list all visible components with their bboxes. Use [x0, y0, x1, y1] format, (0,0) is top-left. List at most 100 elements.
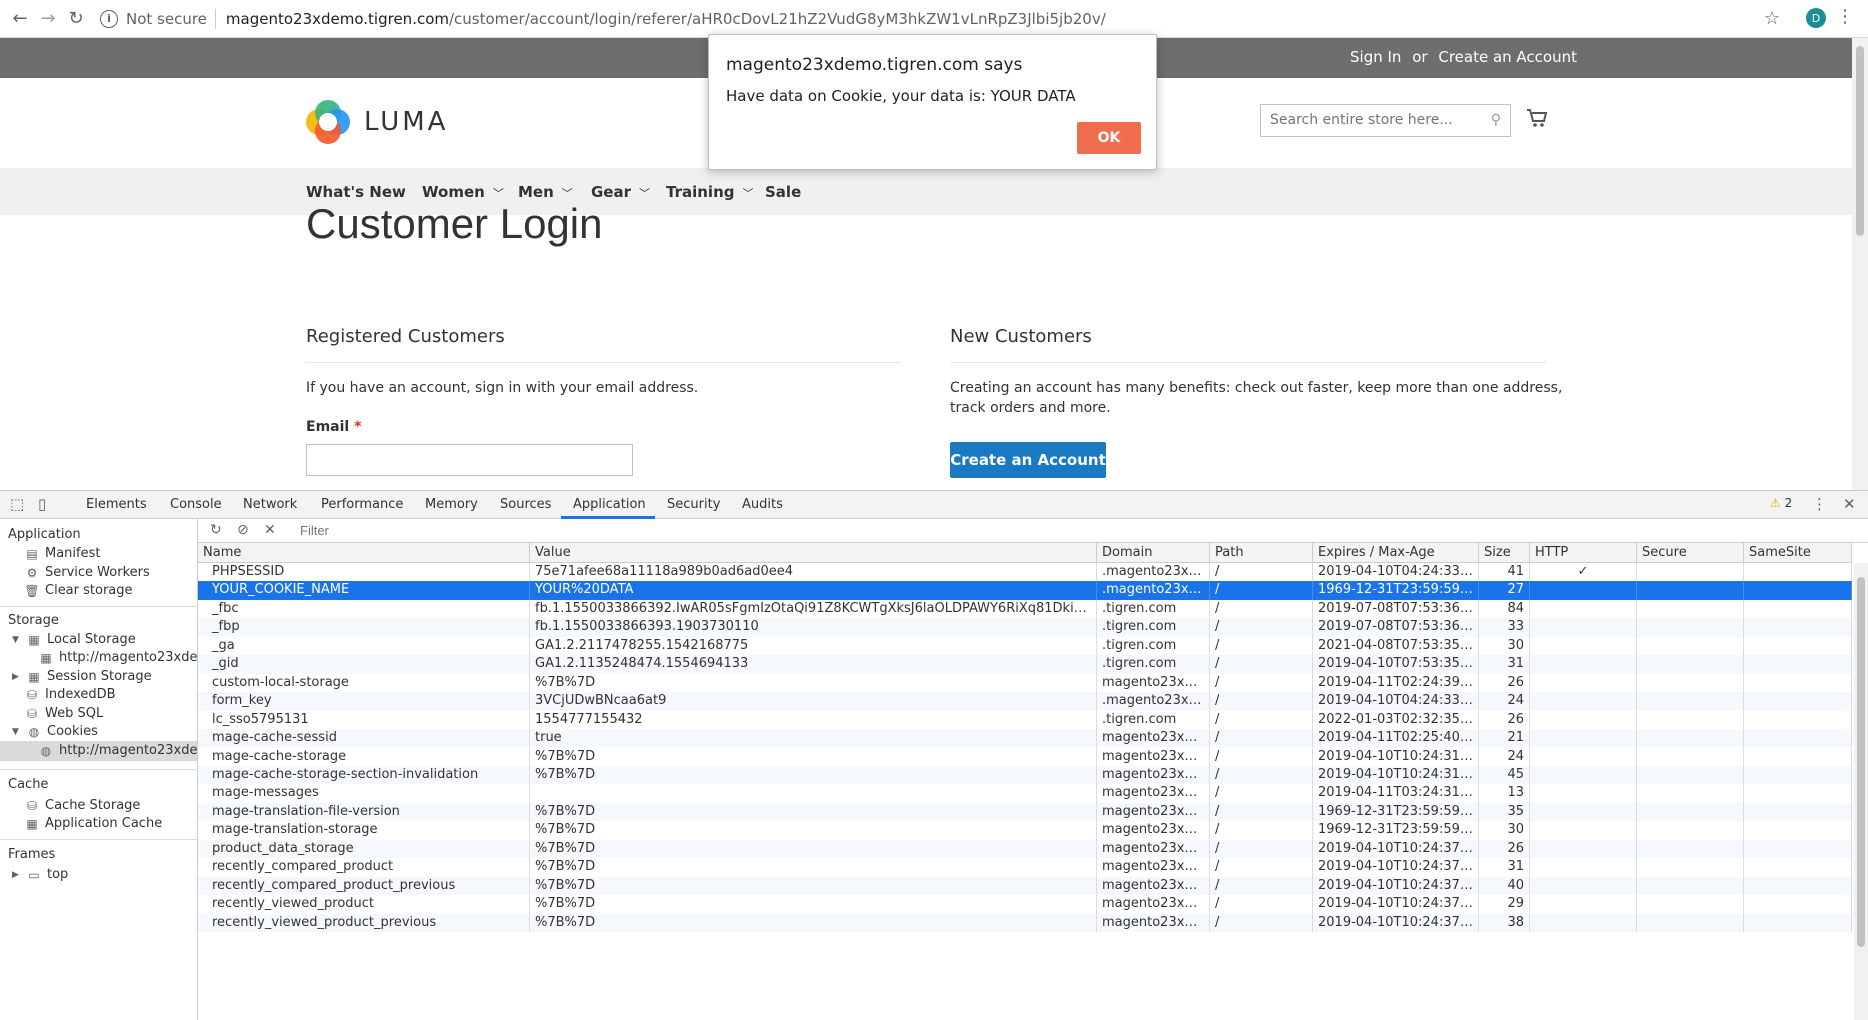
warnings-counter[interactable]: ⚠ 2 [1770, 496, 1792, 510]
nav-whats-new[interactable]: What's New [306, 183, 406, 201]
tab-elements[interactable]: Elements [86, 497, 147, 512]
clear-all-icon[interactable]: ⊘ [237, 522, 249, 538]
search-input[interactable]: Search entire store here... ⚲ [1260, 104, 1511, 137]
scrollbar-thumb[interactable] [1857, 577, 1865, 947]
nav-training[interactable]: Training ﹀ [666, 183, 753, 201]
sidebar-item-session-storage[interactable]: ▶ ▦ Session Storage [12, 669, 152, 684]
sidebar-item-application-cache[interactable]: ▦ Application Cache [24, 816, 162, 831]
forward-arrow-icon[interactable]: → [34, 5, 62, 33]
table-row[interactable]: recently_viewed_product_previous %7B%7D ma… [198, 913, 1852, 932]
sidebar-item-frame-top[interactable]: ▶ ▭ top [12, 867, 68, 882]
devtools-menu-icon[interactable]: ⋮ [1812, 495, 1827, 513]
cell-path: / [1210, 765, 1313, 785]
nav-gear[interactable]: Gear ﹀ [591, 183, 650, 201]
table-row[interactable]: custom-local-storage %7B%7D magento23xd...… [198, 673, 1852, 693]
create-account-link[interactable]: Create an Account [1438, 48, 1577, 66]
filter-input[interactable] [296, 521, 1000, 540]
table-row[interactable]: _gid GA1.2.1135248474.1554694133 .tigren.c… [198, 655, 1852, 674]
column-header-name[interactable]: Name [198, 543, 530, 563]
table-row[interactable]: product_data_storage %7B%7D magento23xd...… [198, 839, 1852, 859]
device-toggle-icon[interactable]: ▯ [38, 495, 46, 513]
sidebar-item-websql[interactable]: ⛁ Web SQL [24, 706, 103, 721]
cell-name: recently_compared_product_previous [198, 876, 530, 896]
nav-sale[interactable]: Sale [765, 183, 801, 201]
column-header-value[interactable]: Value [530, 543, 1097, 563]
sidebar-item-local-origin[interactable]: ▦ http://magento23xdem [38, 650, 197, 665]
column-header-expires[interactable]: Expires / Max-Age [1313, 543, 1479, 563]
tab-memory[interactable]: Memory [425, 497, 478, 512]
info-icon[interactable]: i [100, 9, 118, 28]
address-bar[interactable]: i Not secure magento23xdemo.tigren.com/c… [100, 8, 1106, 29]
new-customers-description-1: Creating an account has many benefits: c… [950, 380, 1563, 396]
sidebar-item-cache-storage[interactable]: ⛁ Cache Storage [24, 798, 140, 813]
cell-value: 3VCjUDwBNcaa6at9 [530, 692, 1097, 711]
column-header-secure[interactable]: Secure [1637, 543, 1744, 563]
nav-women[interactable]: Women ﹀ [422, 183, 504, 201]
table-row[interactable]: recently_compared_product_previous %7B%7D… [198, 876, 1852, 896]
table-row[interactable]: lc_sso5795131 1554777155432 .tigren.com/20… [198, 710, 1852, 730]
table-row[interactable]: _ga GA1.2.2117478255.1542168775 .tigren.co… [198, 636, 1852, 656]
table-row[interactable]: mage-cache-sessid true magento23xd.../2019… [198, 729, 1852, 748]
tab-security[interactable]: Security [667, 497, 720, 512]
page-scrollbar[interactable] [1852, 38, 1868, 490]
cell-path: / [1210, 710, 1313, 730]
sidebar-item-service-workers[interactable]: ⚙ Service Workers [24, 565, 150, 580]
sidebar-item-indexeddb[interactable]: ⛁ IndexedDB [24, 687, 116, 702]
table-row[interactable]: mage-translation-file-version %7B%7D magen… [198, 802, 1852, 822]
tab-performance[interactable]: Performance [321, 497, 403, 512]
cell-path: / [1210, 673, 1313, 693]
tab-network[interactable]: Network [243, 497, 297, 512]
refresh-icon[interactable]: ↻ [210, 522, 222, 538]
sidebar-item-cookie-origin[interactable]: ◍ http://magento23xdem [38, 743, 197, 758]
search-icon[interactable]: ⚲ [1491, 112, 1501, 129]
table-row[interactable]: _fbc fb.1.1550033866392.IwAR05sFgmIzOtaQi… [198, 599, 1852, 619]
close-icon[interactable]: ✕ [1843, 495, 1856, 513]
collapse-triangle-icon[interactable]: ▶ [12, 870, 22, 880]
table-row[interactable]: YOUR_COOKIE_NAME YOUR%20DATA .magento23xd.… [198, 581, 1852, 600]
cell-path: / [1210, 858, 1313, 877]
tab-console[interactable]: Console [170, 497, 222, 512]
back-arrow-icon[interactable]: ← [6, 5, 34, 33]
table-row[interactable]: recently_compared_product %7B%7D magento23… [198, 858, 1852, 877]
scrollbar-thumb[interactable] [1856, 46, 1864, 236]
cart-icon[interactable] [1526, 108, 1548, 133]
table-row[interactable]: mage-messages magento23xd.../2019-04-11T0… [198, 784, 1852, 803]
delete-selected-icon[interactable]: ✕ [264, 522, 276, 538]
collapse-triangle-icon[interactable]: ▶ [12, 672, 22, 682]
expand-triangle-icon[interactable]: ▼ [12, 635, 22, 645]
sidebar-item-manifest[interactable]: ▤ Manifest [24, 546, 100, 561]
table-row[interactable]: mage-translation-storage %7B%7D magento23x… [198, 821, 1852, 840]
table-row[interactable]: mage-cache-storage %7B%7D magento23xd.../2… [198, 747, 1852, 766]
column-header-size[interactable]: Size [1479, 543, 1530, 563]
table-row[interactable]: form_key 3VCjUDwBNcaa6at9 .magento23xd... /… [198, 692, 1852, 711]
sign-in-link[interactable]: Sign In [1350, 48, 1401, 66]
nav-men[interactable]: Men ﹀ [518, 183, 573, 201]
trash-icon: 🗑 [24, 583, 40, 598]
inspect-element-icon[interactable]: ⬚ [10, 495, 24, 513]
column-header-path[interactable]: Path [1210, 543, 1313, 563]
browser-menu-icon[interactable]: ⋮ [1836, 6, 1854, 27]
create-account-button[interactable]: Create an Account [950, 442, 1106, 478]
column-header-http[interactable]: HTTP [1530, 543, 1637, 563]
sidebar-item-local-storage[interactable]: ▼ ▦ Local Storage [12, 632, 136, 647]
expand-triangle-icon[interactable]: ▼ [12, 727, 22, 737]
table-row[interactable]: PHPSESSID 75e71afee68a11118a989b0ad6ad0ee… [198, 563, 1852, 582]
table-row[interactable]: _fbp fb.1.1550033866393.1903730110 .tigren… [198, 618, 1852, 637]
table-scrollbar[interactable] [1854, 563, 1868, 1020]
manifest-icon: ▤ [26, 546, 38, 561]
column-header-domain[interactable]: Domain [1097, 543, 1210, 563]
sidebar-item-clear-storage[interactable]: 🗑 Clear storage [24, 583, 132, 598]
bookmark-star-icon[interactable]: ☆ [1764, 8, 1780, 29]
email-field[interactable] [306, 444, 633, 476]
table-row[interactable]: mage-cache-storage-section-invalidation%… [198, 765, 1852, 785]
dialog-ok-button[interactable]: OK [1077, 122, 1141, 154]
profile-avatar[interactable]: D [1806, 8, 1826, 28]
luma-logo[interactable]: LUMA [306, 100, 448, 144]
reload-icon[interactable]: ↻ [62, 5, 90, 33]
column-header-samesite[interactable]: SameSite [1744, 543, 1852, 563]
tab-application[interactable]: Application [573, 497, 646, 512]
tab-audits[interactable]: Audits [742, 497, 783, 512]
tab-sources[interactable]: Sources [500, 497, 551, 512]
table-row[interactable]: recently_viewed_product %7B%7D magento23xd… [198, 895, 1852, 914]
sidebar-item-cookies[interactable]: ▼ ◍ Cookies [12, 724, 98, 739]
